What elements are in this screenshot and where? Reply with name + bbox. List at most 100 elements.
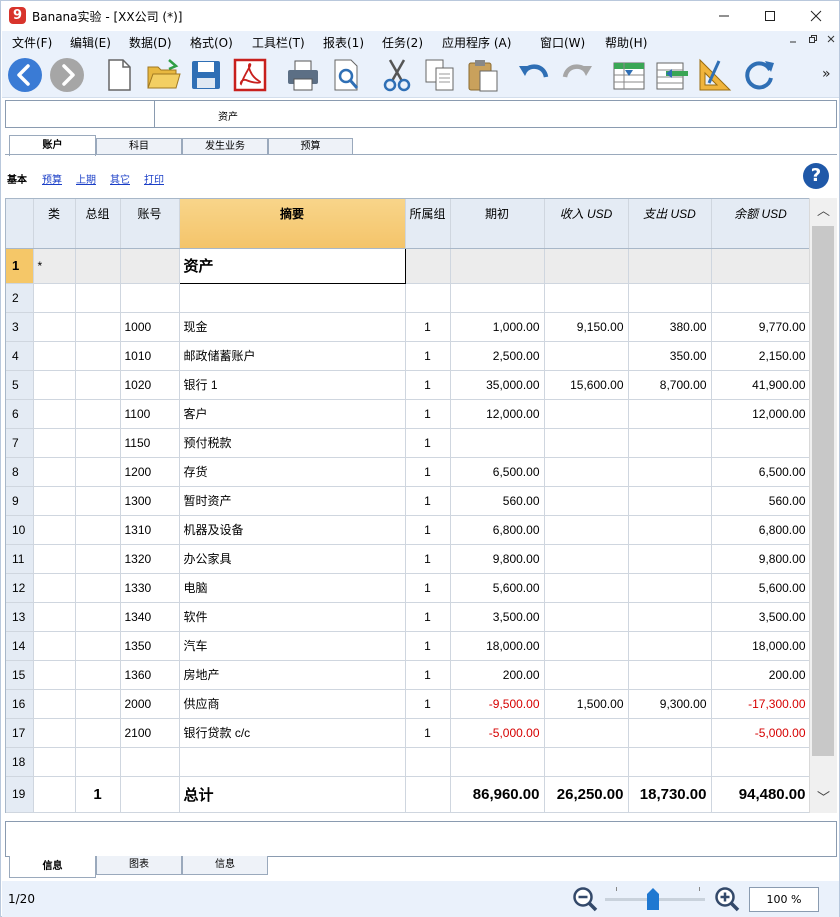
expenses-cell[interactable]	[628, 544, 712, 574]
opening-cell[interactable]: 5,600.00	[450, 573, 545, 603]
balance-cell[interactable]: -17,300.00	[711, 689, 809, 719]
opening-cell[interactable]: 35,000.00	[450, 370, 545, 400]
table-row[interactable]: 14 1350 汽车 1 18,000.00 18,000.00	[6, 631, 809, 661]
income-cell[interactable]: 15,600.00	[544, 370, 629, 400]
expenses-cell[interactable]	[628, 428, 712, 458]
view-budget[interactable]: 预算	[42, 171, 62, 186]
row-number[interactable]: 14	[6, 631, 34, 661]
tab-accounts[interactable]: 账户	[9, 135, 96, 156]
group-cell[interactable]	[75, 515, 121, 545]
table-row[interactable]: 17 2100 银行贷款 c/c 1 -5,000.00 -5,000.00	[6, 718, 809, 748]
table-row[interactable]: 18	[6, 747, 809, 777]
opening-cell[interactable]	[450, 283, 545, 313]
group-cell[interactable]	[75, 660, 121, 690]
doc-minimize-button[interactable]	[785, 34, 800, 49]
balance-cell[interactable]: 12,000.00	[711, 399, 809, 429]
gr-cell[interactable]: 1	[405, 399, 451, 429]
class-cell[interactable]	[33, 515, 76, 545]
opening-cell[interactable]: 560.00	[450, 486, 545, 516]
view-print[interactable]: 打印	[144, 171, 164, 186]
table-row[interactable]: 1 * 资产	[6, 247, 809, 284]
balance-cell[interactable]: 5,600.00	[711, 573, 809, 603]
account-cell[interactable]: 1320	[120, 544, 180, 574]
description-cell[interactable]: 电脑	[179, 573, 406, 603]
menu-toolbar[interactable]: 工具栏(T)	[252, 34, 305, 51]
row-number[interactable]: 8	[6, 457, 34, 487]
open-file-button[interactable]	[145, 57, 181, 93]
income-cell[interactable]: 9,150.00	[544, 312, 629, 342]
table-row[interactable]: 11 1320 办公家具 1 9,800.00 9,800.00	[6, 544, 809, 574]
vertical-scrollbar[interactable]: ︿ ﹀	[809, 198, 837, 813]
class-cell[interactable]	[33, 457, 76, 487]
account-cell[interactable]	[120, 776, 180, 813]
cut-button[interactable]	[379, 57, 415, 93]
gr-cell[interactable]: 1	[405, 631, 451, 661]
row-number[interactable]: 3	[6, 312, 34, 342]
class-cell[interactable]	[33, 283, 76, 313]
opening-cell[interactable]: 9,800.00	[450, 544, 545, 574]
income-cell[interactable]: 26,250.00	[544, 776, 629, 813]
cell-content-field[interactable]: 资产	[218, 108, 238, 123]
expenses-cell[interactable]: 9,300.00	[628, 689, 712, 719]
class-cell[interactable]	[33, 689, 76, 719]
balance-cell[interactable]: 9,800.00	[711, 544, 809, 574]
expenses-cell[interactable]	[628, 457, 712, 487]
gr-cell[interactable]: 1	[405, 457, 451, 487]
class-cell[interactable]	[33, 341, 76, 371]
balance-cell[interactable]: 6,500.00	[711, 457, 809, 487]
group-cell[interactable]	[75, 370, 121, 400]
description-cell[interactable]: 银行 1	[179, 370, 406, 400]
account-cell[interactable]: 1300	[120, 486, 180, 516]
account-cell[interactable]: 1200	[120, 457, 180, 487]
zoom-out-button[interactable]	[572, 886, 598, 912]
menu-file[interactable]: 文件(F)	[12, 34, 52, 51]
table-row[interactable]: 12 1330 电脑 1 5,600.00 5,600.00	[6, 573, 809, 603]
account-cell[interactable]: 1020	[120, 370, 180, 400]
expenses-cell[interactable]	[628, 660, 712, 690]
income-cell[interactable]	[544, 631, 629, 661]
zoom-in-button[interactable]	[714, 886, 740, 912]
group-cell[interactable]	[75, 399, 121, 429]
gr-cell[interactable]	[405, 747, 451, 777]
column-header-class[interactable]: 类	[33, 199, 76, 249]
table-row[interactable]: 2	[6, 283, 809, 313]
column-header-balance[interactable]: 余额 USD	[711, 199, 809, 249]
column-header-gr[interactable]: 所属组	[405, 199, 451, 249]
opening-cell[interactable]: 1,000.00	[450, 312, 545, 342]
tab-info[interactable]: 信息	[9, 856, 96, 878]
save-button[interactable]	[188, 57, 224, 93]
row-number[interactable]: 2	[6, 283, 34, 313]
group-cell[interactable]	[75, 689, 121, 719]
expenses-cell[interactable]	[628, 718, 712, 748]
description-cell[interactable]: 机器及设备	[179, 515, 406, 545]
opening-cell[interactable]: 200.00	[450, 660, 545, 690]
account-cell[interactable]: 1310	[120, 515, 180, 545]
table-row[interactable]: 8 1200 存货 1 6,500.00 6,500.00	[6, 457, 809, 487]
class-cell[interactable]	[33, 747, 76, 777]
insert-rows-button[interactable]	[611, 57, 647, 93]
account-cell[interactable]: 1360	[120, 660, 180, 690]
view-other[interactable]: 其它	[110, 171, 130, 186]
menu-format[interactable]: 格式(O)	[190, 34, 233, 51]
menu-window[interactable]: 窗口(W)	[540, 34, 585, 51]
class-cell[interactable]	[33, 776, 76, 813]
group-cell[interactable]	[75, 747, 121, 777]
account-cell[interactable]: 1010	[120, 341, 180, 371]
gr-cell[interactable]: 1	[405, 602, 451, 632]
copy-button[interactable]	[422, 57, 458, 93]
balance-cell[interactable]: 2,150.00	[711, 341, 809, 371]
gr-cell[interactable]: 1	[405, 515, 451, 545]
cell-address-field[interactable]	[6, 101, 155, 127]
toolbar-overflow-button[interactable]: »	[822, 66, 831, 82]
gr-cell[interactable]	[405, 283, 451, 313]
class-cell[interactable]: *	[33, 248, 76, 284]
opening-cell[interactable]	[450, 428, 545, 458]
balance-cell[interactable]: -5,000.00	[711, 718, 809, 748]
column-header-account[interactable]: 账号	[120, 199, 180, 249]
column-header-income[interactable]: 收入 USD	[544, 199, 629, 249]
expenses-cell[interactable]	[628, 399, 712, 429]
gr-cell[interactable]: 1	[405, 544, 451, 574]
description-cell[interactable]: 房地产	[179, 660, 406, 690]
column-header-expenses[interactable]: 支出 USD	[628, 199, 712, 249]
paste-button[interactable]	[465, 57, 501, 93]
